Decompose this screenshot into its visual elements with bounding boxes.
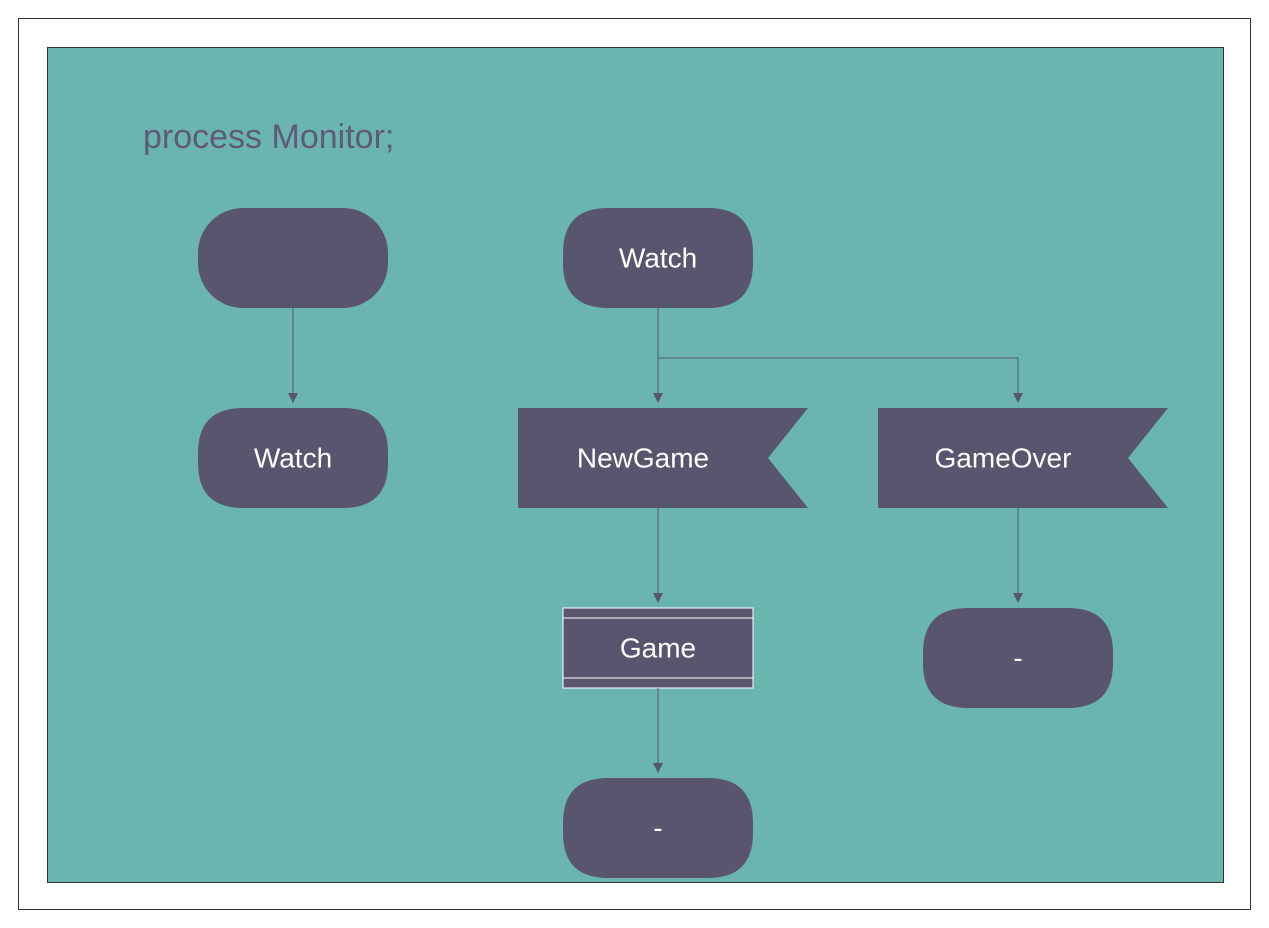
node-end-left: - — [563, 778, 753, 878]
node-game: Game — [563, 608, 753, 688]
node-start — [198, 208, 388, 308]
diagram-svg: Watch Watch NewGame — [48, 48, 1225, 884]
node-newgame-label: NewGame — [577, 442, 709, 473]
outer-frame: process Monitor; Watch — [18, 18, 1251, 910]
node-gameover-label: GameOver — [935, 442, 1072, 473]
node-newgame: NewGame — [518, 408, 808, 508]
node-watch-left-label: Watch — [254, 442, 332, 473]
diagram-canvas: process Monitor; Watch — [47, 47, 1224, 883]
node-game-label: Game — [620, 632, 696, 663]
node-end-right-label: - — [1013, 642, 1022, 673]
node-end-left-label: - — [653, 812, 662, 843]
node-end-right: - — [923, 608, 1113, 708]
node-watch-top: Watch — [563, 208, 753, 308]
node-watch-top-label: Watch — [619, 242, 697, 273]
node-watch-left: Watch — [198, 408, 388, 508]
node-gameover: GameOver — [878, 408, 1168, 508]
